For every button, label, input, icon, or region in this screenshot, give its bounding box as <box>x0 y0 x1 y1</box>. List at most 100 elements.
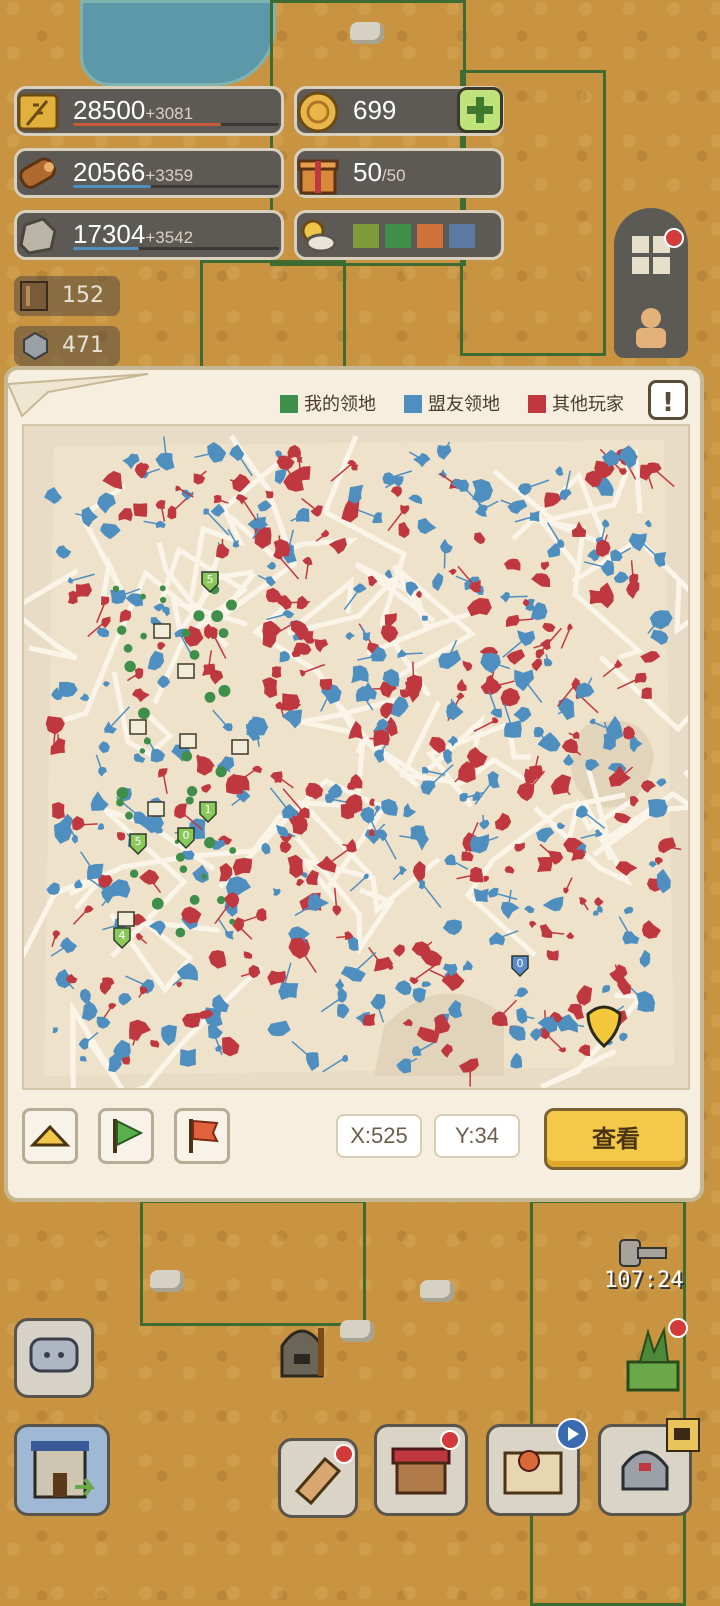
stone-progress-bar <box>73 247 279 250</box>
castle-icon[interactable] <box>148 802 164 816</box>
territory-map-canvas[interactable]: 5 1 5 0 4 0 <box>24 426 688 1088</box>
y-coordinate-field[interactable]: Y:34 <box>434 1114 520 1158</box>
other-player-territory <box>272 666 282 678</box>
gift-max: /50 <box>382 166 406 185</box>
wheat-resource[interactable]: 28500+3081 <box>14 86 284 136</box>
other-player-territory <box>133 503 147 517</box>
territory-link <box>402 653 423 654</box>
marker-label: 5 <box>135 835 142 848</box>
gift-resource[interactable]: 50/50 <box>294 148 504 198</box>
notification-dot <box>334 1444 354 1464</box>
wood-progress-fill <box>73 185 151 188</box>
other-player-territory <box>641 688 652 700</box>
ally-territory <box>422 616 428 621</box>
wood-increase: +3359 <box>145 166 193 185</box>
wheat-progress-bar <box>73 123 279 126</box>
weather-swatch <box>417 224 443 248</box>
castle-icon[interactable] <box>232 740 248 754</box>
weather-swatch <box>385 224 411 248</box>
plus-icon[interactable] <box>457 87 503 133</box>
my-territory <box>229 847 236 854</box>
my-territory <box>140 594 146 600</box>
field-plot <box>140 1200 366 1326</box>
chat-button[interactable] <box>14 1318 94 1398</box>
home-button[interactable] <box>22 1108 78 1164</box>
territory-link <box>369 739 381 740</box>
territory-link <box>466 844 467 855</box>
territory-link <box>444 547 445 569</box>
ally-territory <box>180 1049 196 1067</box>
my-territory <box>116 799 124 807</box>
my-territory <box>130 870 138 878</box>
my-territory <box>125 812 133 820</box>
exclamation-icon: ! <box>662 388 674 418</box>
other-player-territory <box>265 490 273 498</box>
territory-link <box>413 662 414 685</box>
red-flag-icon <box>177 1111 227 1161</box>
my-territory <box>190 895 200 905</box>
marker-label: 4 <box>119 929 126 942</box>
other-player-territory <box>122 1056 130 1064</box>
iron-ore-icon <box>18 330 52 362</box>
marker-label: 0 <box>517 957 524 970</box>
castle-icon[interactable] <box>130 720 146 734</box>
red-flag-button[interactable] <box>174 1108 230 1164</box>
rock <box>350 22 384 44</box>
castle-button[interactable] <box>14 1424 110 1516</box>
ally-territory <box>504 720 522 738</box>
stone-icon <box>13 211 63 261</box>
paper-fold-decoration <box>8 370 158 420</box>
weather-swatch <box>353 224 379 248</box>
x-coordinate-field[interactable]: X:525 <box>336 1114 422 1158</box>
territory-link <box>276 1026 277 1030</box>
rock <box>340 1320 374 1342</box>
my-territory <box>144 737 151 744</box>
territory-link <box>58 734 59 747</box>
green-flag-icon <box>101 1111 151 1161</box>
stone-resource[interactable]: 17304+3542 <box>14 210 284 260</box>
weather-swatches <box>353 224 475 252</box>
my-territory <box>113 586 119 592</box>
book-icon <box>18 280 52 312</box>
territory-map[interactable]: 5 1 5 0 4 0 <box>22 424 690 1090</box>
weather-icon <box>293 211 343 261</box>
legend-my-territory: 我的领地 <box>280 390 376 416</box>
chat-icon <box>17 1321 91 1395</box>
gold-resource[interactable]: 699 <box>294 86 504 136</box>
my-territory <box>117 626 126 635</box>
my-territory <box>218 685 230 697</box>
castle-icon[interactable] <box>178 664 194 678</box>
my-territory <box>140 748 145 753</box>
legend-ally-label: 盟友领地 <box>428 394 500 415</box>
legend-other-label: 其他玩家 <box>552 394 624 415</box>
other-player-territory <box>320 679 332 690</box>
view-button[interactable]: 查看 <box>544 1108 688 1170</box>
my-territory <box>186 796 194 804</box>
info-button[interactable]: ! <box>648 380 688 420</box>
green-flag-button[interactable] <box>98 1108 154 1164</box>
territory-link <box>567 844 575 845</box>
castle-icon[interactable] <box>154 624 170 638</box>
iron-ore-item[interactable]: 471 <box>14 326 120 366</box>
my-territory-swatch <box>280 395 298 413</box>
book-item[interactable]: 152 <box>14 276 120 316</box>
castle-icon[interactable] <box>118 912 134 926</box>
castle-icon[interactable] <box>180 734 196 748</box>
weather-bar[interactable] <box>294 210 504 260</box>
marker-label: 1 <box>205 803 212 816</box>
wheat-increase: +3081 <box>145 104 193 123</box>
marker-label: 0 <box>183 829 190 842</box>
gift-icon <box>293 149 343 199</box>
other-player-territory <box>52 802 65 819</box>
hero-character[interactable] <box>272 1318 334 1384</box>
my-territory <box>211 610 223 622</box>
wood-resource[interactable]: 20566+3359 <box>14 148 284 198</box>
wheat-progress-fill <box>73 123 221 126</box>
marker-label: 5 <box>207 573 214 586</box>
other-player-territory <box>635 673 647 683</box>
wood-icon <box>13 149 63 199</box>
my-territory <box>124 661 135 672</box>
wood-amount: 20566+3359 <box>73 157 193 188</box>
my-territory <box>180 865 188 873</box>
wood-progress-bar <box>73 185 279 188</box>
